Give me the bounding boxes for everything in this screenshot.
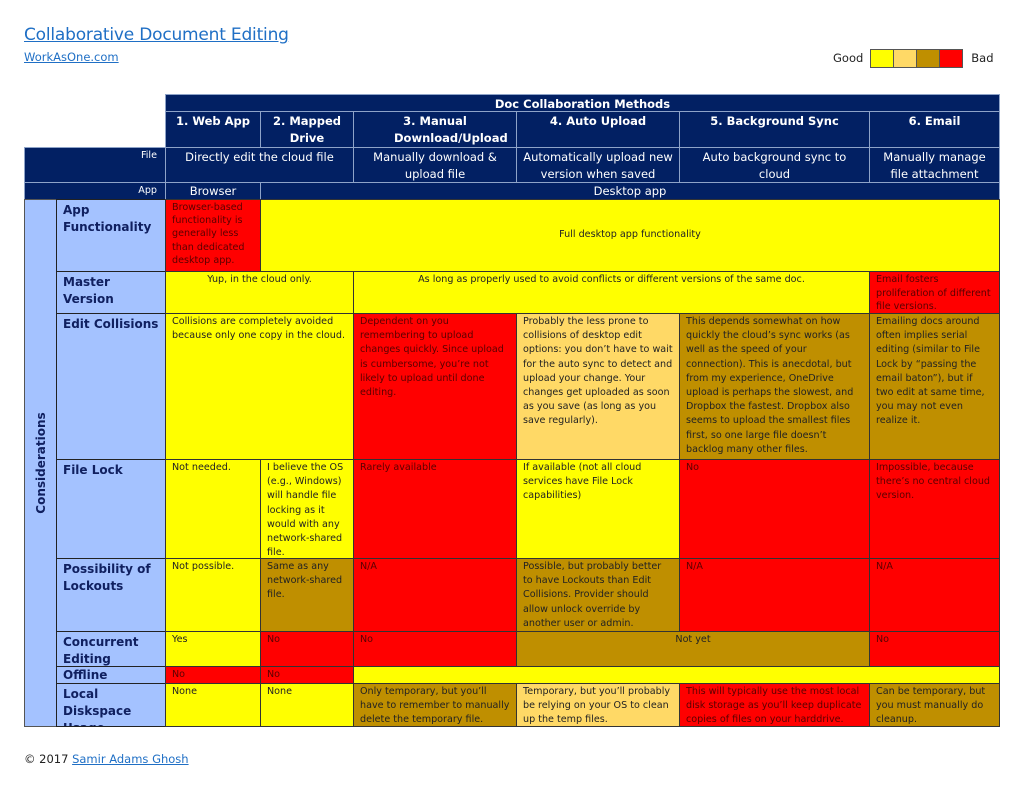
row-label-edit-collisions: Edit Collisions bbox=[56, 313, 166, 460]
cell-edit-collisions-email: Emailing docs around often implies seria… bbox=[869, 313, 1000, 460]
cell-lockouts-email: N/A bbox=[869, 558, 1000, 632]
row-label-master-version: Master Version bbox=[56, 271, 166, 314]
file-cell: Automatically upload new version when sa… bbox=[516, 147, 680, 183]
cell-diskspace-mapped: None bbox=[260, 683, 354, 727]
cell-concurrent-manual: No bbox=[353, 631, 517, 667]
cell-offline-web: No bbox=[165, 666, 261, 684]
method-header: 5. Background Sync bbox=[679, 111, 870, 148]
cell-edit-collisions-manual: Dependent on you remembering to upload c… bbox=[353, 313, 517, 460]
cell-master-version-desktop: As long as properly used to avoid confli… bbox=[353, 271, 870, 314]
cell-file-lock-manual: Rarely available bbox=[353, 459, 517, 559]
method-header: 4. Auto Upload bbox=[516, 111, 680, 148]
cell-concurrent-web: Yes bbox=[165, 631, 261, 667]
cell-edit-collisions-auto-upload: Probably the less prone to collisions of… bbox=[516, 313, 680, 460]
considerations-label: Considerations bbox=[33, 412, 48, 514]
app-cell-desktop: Desktop app bbox=[260, 182, 1000, 200]
app-cell-browser: Browser bbox=[165, 182, 261, 200]
row-label-app-functionality: App Functionality bbox=[56, 199, 166, 272]
cell-file-lock-mapped: I believe the OS (e.g., Windows) will ha… bbox=[260, 459, 354, 559]
cell-file-lock-email: Impossible, because there’s no central c… bbox=[869, 459, 1000, 559]
cell-app-functionality-desktop: Full desktop app functionality bbox=[260, 199, 1000, 272]
cell-edit-collisions-cloud: Collisions are completely avoided becaus… bbox=[165, 313, 354, 460]
method-header: 1. Web App bbox=[165, 111, 261, 148]
cell-concurrent-sync: Not yet bbox=[516, 631, 870, 667]
method-header: 6. Email bbox=[869, 111, 1000, 148]
cell-file-lock-background-sync: No bbox=[679, 459, 870, 559]
cell-master-version-cloud: Yup, in the cloud only. bbox=[165, 271, 354, 314]
cell-diskspace-email: Can be temporary, but you must manually … bbox=[869, 683, 1000, 727]
cell-diskspace-manual: Only temporary, but you’ll have to remem… bbox=[353, 683, 517, 727]
cell-app-functionality-web: Browser-based functionality is generally… bbox=[165, 199, 261, 272]
cell-lockouts-mapped: Same as any network-shared file. bbox=[260, 558, 354, 632]
row-label-file-lock: File Lock bbox=[56, 459, 166, 559]
comparison-table: Doc Collaboration Methods 1. Web App 2. … bbox=[0, 0, 1024, 791]
cell-concurrent-mapped: No bbox=[260, 631, 354, 667]
cell-file-lock-auto-upload: If available (not all cloud services hav… bbox=[516, 459, 680, 559]
cell-master-version-email: Email fosters proliferation of different… bbox=[869, 271, 1000, 314]
considerations-category: Considerations bbox=[24, 199, 57, 727]
footer: © 2017 Samir Adams Ghosh bbox=[24, 752, 189, 766]
row-label-local-diskspace: Local Diskspace Usage bbox=[56, 683, 166, 727]
file-cell: Manually manage file attachment bbox=[869, 147, 1000, 183]
copyright-text: © 2017 bbox=[24, 752, 73, 766]
cell-offline-mapped: No bbox=[260, 666, 354, 684]
method-header: 3. Manual Download/Upload bbox=[353, 111, 517, 148]
cell-diskspace-auto-upload: Temporary, but you’ll probably be relyin… bbox=[516, 683, 680, 727]
cell-diskspace-web: None bbox=[165, 683, 261, 727]
file-cell: Auto background sync to cloud bbox=[679, 147, 870, 183]
cell-lockouts-auto-upload: Possible, but probably better to have Lo… bbox=[516, 558, 680, 632]
cell-offline-desktop bbox=[353, 666, 1000, 684]
author-link[interactable]: Samir Adams Ghosh bbox=[72, 752, 189, 766]
cell-lockouts-background-sync: N/A bbox=[679, 558, 870, 632]
file-cell: Directly edit the cloud file bbox=[165, 147, 354, 183]
cell-diskspace-background-sync: This will typically use the most local d… bbox=[679, 683, 870, 727]
cell-concurrent-email: No bbox=[869, 631, 1000, 667]
app-row-label: App bbox=[24, 182, 166, 200]
row-label-lockouts: Possibility of Lockouts bbox=[56, 558, 166, 632]
group-title: Doc Collaboration Methods bbox=[165, 94, 1000, 112]
file-row-label: File bbox=[24, 147, 166, 183]
row-label-concurrent-editing: Concurrent Editing bbox=[56, 631, 166, 667]
row-label-offline-editing: Offline Editing bbox=[56, 666, 166, 684]
cell-file-lock-web: Not needed. bbox=[165, 459, 261, 559]
method-header: 2. Mapped Drive bbox=[260, 111, 354, 148]
file-cell: Manually download & upload file bbox=[353, 147, 517, 183]
cell-lockouts-web: Not possible. bbox=[165, 558, 261, 632]
cell-edit-collisions-background-sync: This depends somewhat on how quickly the… bbox=[679, 313, 870, 460]
cell-lockouts-manual: N/A bbox=[353, 558, 517, 632]
